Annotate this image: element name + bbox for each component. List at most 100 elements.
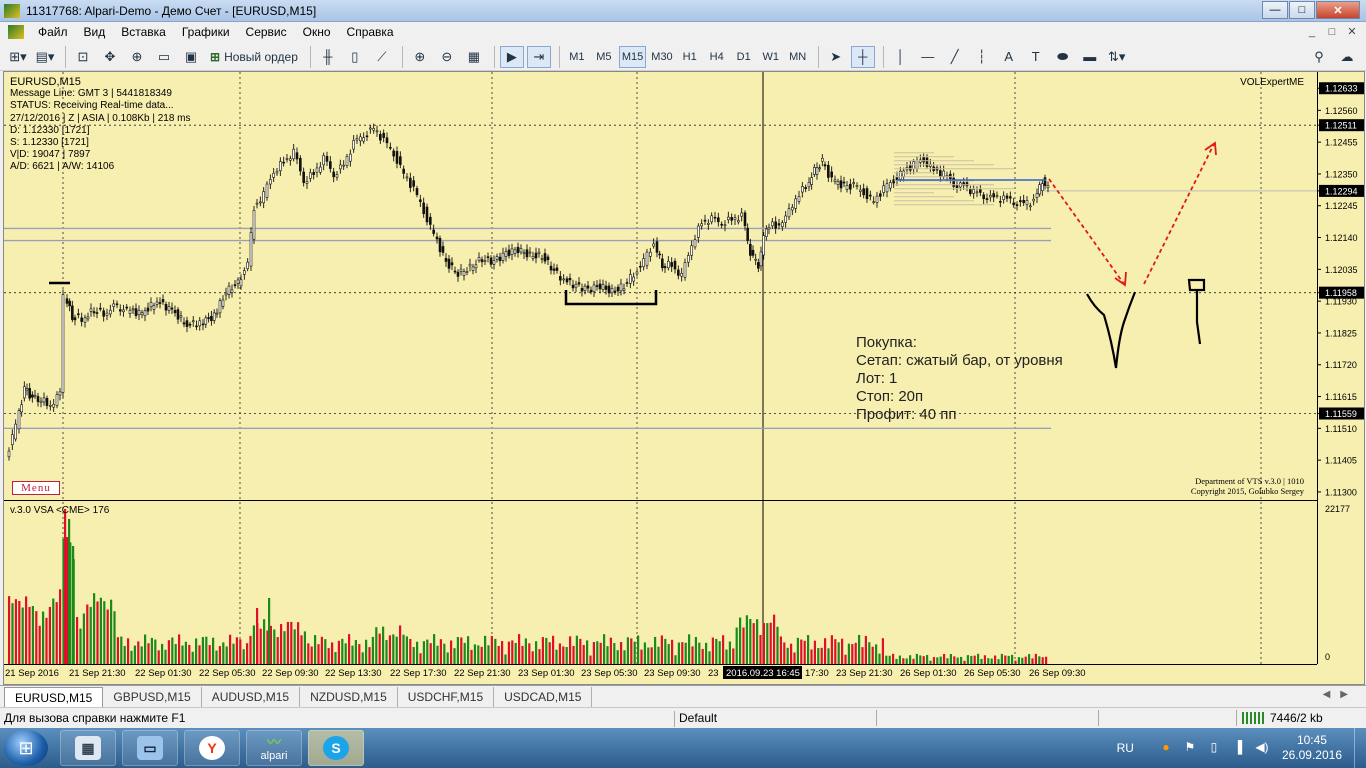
crosshair-icon[interactable]: ┼ [850,45,875,68]
menu-tools[interactable]: Сервис [238,25,295,39]
candle-body [1012,202,1015,206]
app-tray-icon[interactable]: ● [1158,740,1174,756]
volume-bar [698,642,701,664]
candle-body [519,248,523,253]
candle-body [700,223,703,227]
volume-bar [779,636,782,664]
flag-icon[interactable]: ⚑ [1182,740,1198,756]
cursor-icon[interactable]: ➤ [824,46,848,68]
volume-bar [443,643,446,664]
candle-body [399,156,402,165]
chart-shift-icon[interactable]: ⇥ [526,45,551,68]
menu-file[interactable]: Файл [30,25,76,39]
device-icon[interactable]: ▯ [1206,740,1222,756]
menu-window[interactable]: Окно [295,25,339,39]
minimize-button[interactable]: — [1262,1,1288,19]
text-icon[interactable]: A [997,46,1021,68]
terminal-icon[interactable]: ▭ [152,46,176,68]
volume-bar [365,639,368,664]
volume-icon[interactable]: ◀) [1254,740,1270,756]
volume-bar [89,606,92,664]
maximize-button[interactable]: □ [1289,1,1315,19]
vertical-line-icon[interactable]: │ [889,46,913,68]
menu-view[interactable]: Вид [76,25,114,39]
info-line: S: 1.12330 [1721] [10,137,89,149]
clock[interactable]: 10:45 26.09.2016 [1282,733,1342,763]
strategy-tester-icon[interactable]: ▣ [179,46,203,68]
timeframe-m15[interactable]: M15 [618,45,647,68]
fibonacci-icon[interactable]: ┆ [970,46,994,68]
timeframe-mn[interactable]: MN [786,46,810,68]
volume-bar [375,627,378,664]
chart-close-button[interactable]: ✕ [1342,24,1362,39]
timeframe-m30[interactable]: M30 [649,46,674,68]
taskbar-skype[interactable]: S [308,730,364,766]
price-chart[interactable]: 1.12633 1.12560 1.12511 1.12455 1.12350 1.122… [4,72,1365,685]
zoom-in-icon[interactable]: ⊕ [408,46,432,68]
volume-bar [201,637,204,664]
show-desktop-button[interactable] [1354,728,1366,768]
start-button[interactable]: ⊞ [4,730,48,766]
network-icon[interactable]: ▐ [1230,740,1246,756]
trendline-icon[interactable]: ╱ [943,46,967,68]
chart-minimize-button[interactable]: _ [1302,24,1322,39]
time-label: 21 Sep 2016 [5,668,59,679]
community-icon[interactable]: ☁ [1335,46,1359,68]
candle-body [902,170,905,177]
volume-bar [582,644,585,664]
timeframe-h1[interactable]: H1 [678,46,702,68]
tab-audusd[interactable]: AUDUSD,M15 [202,687,301,707]
tab-scroll-arrows[interactable]: ◀▶ [1323,689,1358,700]
search-icon[interactable]: ⚲ [1307,46,1331,68]
menu-insert[interactable]: Вставка [113,25,174,39]
connection-status[interactable]: 7446/2 kb [1242,711,1323,725]
timeframe-h4[interactable]: H4 [705,46,729,68]
menu-help[interactable]: Справка [339,25,402,39]
timeframe-m1[interactable]: M1 [565,46,589,68]
bar-chart-icon[interactable]: ╫ [316,46,340,68]
candle-body [77,313,80,316]
taskbar-computer[interactable]: ▭ [122,730,178,766]
volume-bar [1021,657,1024,664]
timeframe-m5[interactable]: M5 [592,46,616,68]
volume-bar [378,633,381,664]
candlestick-icon[interactable]: ▯ [343,46,367,68]
language-indicator[interactable]: RU [1117,741,1134,755]
arrows-icon[interactable]: ⇅▾ [1105,46,1129,68]
close-button[interactable]: ✕ [1316,1,1360,19]
tab-eurusd[interactable]: EURUSD,M15 [4,687,104,707]
taskbar-alpari[interactable]: 〰 alpari [246,730,302,766]
autoscroll-icon[interactable]: ▶ [499,45,524,68]
text-label-icon[interactable]: T [1024,46,1048,68]
rectangle-icon[interactable]: ▬ [1078,46,1102,68]
candle-body [601,284,605,290]
candle-body [1005,195,1009,199]
data-window-icon[interactable]: ⊕ [125,46,149,68]
taskbar-calculator[interactable]: ▦ [60,730,116,766]
candle-body [275,170,279,174]
tab-usdcad[interactable]: USDCAD,M15 [494,687,593,707]
new-order-button[interactable]: ⊞ Новый ордер [206,46,302,68]
ellipse-icon[interactable]: ⬬ [1051,46,1075,68]
tile-windows-icon[interactable]: ▦ [462,46,486,68]
tab-nzdusd[interactable]: NZDUSD,M15 [300,687,398,707]
tab-usdchf[interactable]: USDCHF,M15 [398,687,495,707]
line-chart-icon[interactable]: ⟋ [370,46,394,68]
timeframe-w1[interactable]: W1 [759,46,783,68]
market-watch-icon[interactable]: ⊡ [71,46,95,68]
menu-button[interactable]: Menu [12,481,60,495]
navigator-icon[interactable]: ✥ [98,46,122,68]
new-chart-icon[interactable]: ⊞▾ [6,46,30,68]
profiles-icon[interactable]: ▤▾ [33,46,57,68]
timeframe-d1[interactable]: D1 [732,46,756,68]
chart-window[interactable]: 1.12633 1.12560 1.12511 1.12455 1.12350 1.122… [3,71,1365,685]
zoom-out-icon[interactable]: ⊖ [435,46,459,68]
volume-bar [759,634,762,664]
horizontal-line-icon[interactable]: ― [916,46,940,68]
tab-gbpusd[interactable]: GBPUSD,M15 [103,687,202,707]
candle-body [392,150,395,157]
menu-charts[interactable]: Графики [174,25,238,39]
chart-restore-button[interactable]: □ [1322,24,1342,39]
volume-bar [725,649,728,664]
taskbar-yandex[interactable]: Y [184,730,240,766]
